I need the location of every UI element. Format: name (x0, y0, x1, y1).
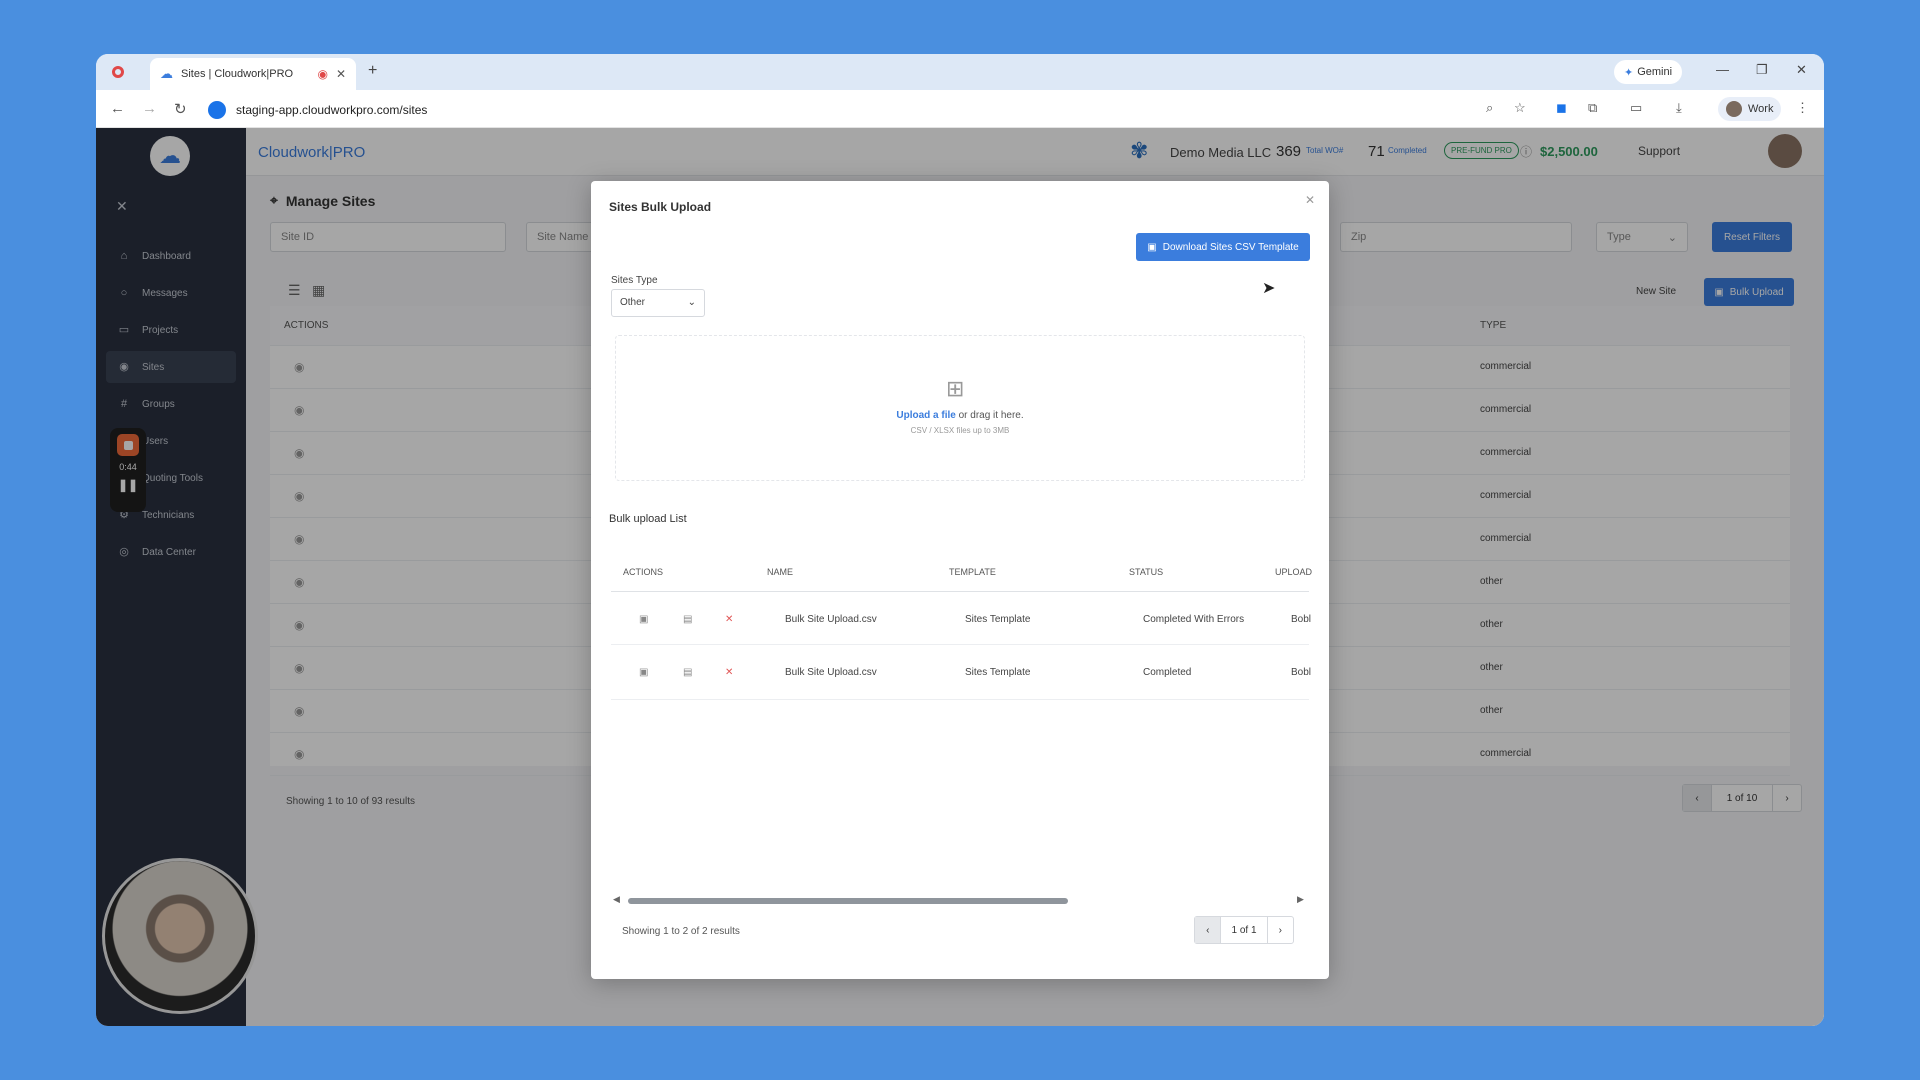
browser-tabbar: ☁ Sites | Cloudwork|PRO ◉ ✕ + ✦ Gemini — … (96, 54, 1824, 90)
upload-dropzone[interactable]: ⊞ Upload a file or drag it here. CSV / X… (615, 335, 1305, 481)
profile-button[interactable]: Work (1718, 97, 1782, 121)
gemini-button[interactable]: ✦ Gemini (1614, 60, 1683, 84)
row-template: Sites Template (965, 614, 1031, 625)
close-tab-icon[interactable]: ✕ (336, 67, 346, 81)
col-template: TEMPLATE (949, 567, 996, 577)
prev-page-icon[interactable]: ‹ (1195, 917, 1221, 943)
modal-results-count: Showing 1 to 2 of 2 results (622, 926, 740, 937)
minimize-icon[interactable]: — (1716, 62, 1729, 77)
delete-icon[interactable]: ✕ (725, 667, 733, 678)
file-icon[interactable]: ▤ (683, 667, 692, 678)
scroll-right-icon[interactable]: ▶ (1297, 894, 1304, 905)
row-upload: Bobl (1291, 614, 1312, 625)
extension-icon[interactable]: ◼ (1556, 100, 1567, 116)
scroll-left-icon[interactable]: ◀ (613, 894, 620, 905)
url-field[interactable]: staging-app.cloudworkpro.com/sites (208, 97, 427, 123)
modal-close-icon[interactable]: ✕ (1305, 193, 1315, 207)
close-window-icon[interactable]: ✕ (1796, 62, 1807, 78)
back-icon[interactable]: ← (110, 100, 125, 117)
col-name: NAME (767, 567, 794, 577)
tab-title: Sites | Cloudwork|PRO (181, 68, 294, 80)
address-bar: ← → ↻ staging-app.cloudworkpro.com/sites… (96, 90, 1824, 128)
download-template-label: Download Sites CSV Template (1162, 241, 1299, 253)
sites-type-select[interactable]: Other ⌄ (611, 289, 705, 317)
profile-label: Work (1748, 103, 1774, 115)
next-page-icon[interactable]: › (1268, 917, 1293, 943)
forward-icon[interactable]: → (142, 100, 157, 117)
upload-hint: CSV / XLSX files up to 3MB (910, 426, 1010, 435)
cloud-icon: ☁ (160, 66, 173, 81)
row-status: Completed (1143, 667, 1192, 678)
upload-text: or drag it here. (958, 410, 1024, 421)
bulk-list-header: ACTIONS NAME TEMPLATE STATUS UPLOAD (611, 552, 1313, 592)
record-indicator-icon (112, 66, 124, 78)
lock-icon[interactable]: ▣ (639, 614, 648, 625)
delete-icon[interactable]: ✕ (725, 614, 733, 625)
sites-type-value: Other (620, 297, 646, 308)
zoom-icon[interactable]: ⌕ (1486, 100, 1493, 116)
col-upload: UPLOAD (1275, 567, 1313, 577)
new-tab-icon[interactable]: + (368, 62, 377, 80)
gemini-icon: ✦ (1624, 66, 1634, 79)
col-actions: ACTIONS (623, 567, 664, 577)
file-icon[interactable]: ▤ (683, 614, 692, 625)
table-row: ▣ ▤ ✕ Bulk Site Upload.csv Sites Templat… (611, 592, 1312, 645)
col-status: STATUS (1129, 567, 1164, 577)
profile-avatar (1726, 101, 1742, 117)
lock-icon[interactable]: ▣ (639, 667, 648, 678)
row-template: Sites Template (965, 667, 1031, 678)
recording-dot-icon: ◉ (317, 67, 328, 81)
download-icon[interactable]: ⤓ (1676, 100, 1682, 116)
modal-title: Sites Bulk Upload (609, 200, 712, 214)
row-name: Bulk Site Upload.csv (785, 614, 877, 625)
bulk-upload-modal: Sites Bulk Upload ✕ ▣ Download Sites CSV … (591, 181, 1329, 979)
bulk-upload-list-title: Bulk upload List (609, 513, 687, 525)
bookmark-star-icon[interactable]: ☆ (1514, 100, 1526, 116)
horizontal-scrollbar[interactable] (628, 898, 1068, 904)
browser-tab[interactable]: ☁ Sites | Cloudwork|PRO ◉ ✕ (150, 58, 356, 90)
download-lock-icon: ▣ (1147, 241, 1157, 253)
modal-pagination: ‹ 1 of 1 › (1194, 916, 1294, 944)
page-indicator: 1 of 1 (1220, 917, 1268, 943)
row-upload: Bobl (1291, 667, 1312, 678)
gemini-label: Gemini (1637, 66, 1673, 78)
restore-icon[interactable]: ❐ (1756, 62, 1768, 78)
site-info-icon[interactable] (208, 101, 226, 119)
url-text: staging-app.cloudworkpro.com/sites (236, 103, 428, 117)
menu-kebab-icon[interactable]: ⋮ (1796, 100, 1809, 116)
table-row: ▣ ▤ ✕ Bulk Site Upload.csv Sites Templat… (611, 645, 1312, 700)
upload-file-link[interactable]: Upload a file (896, 410, 955, 421)
image-upload-icon: ⊞ (946, 376, 965, 401)
puzzle-icon[interactable]: ⧉ (1588, 100, 1597, 116)
chevron-down-icon: ⌄ (687, 297, 696, 308)
download-template-button[interactable]: ▣ Download Sites CSV Template (1136, 233, 1310, 261)
reload-icon[interactable]: ↻ (174, 100, 187, 118)
row-name: Bulk Site Upload.csv (785, 667, 877, 678)
row-status: Completed With Errors (1143, 614, 1245, 625)
cast-icon[interactable]: ▭ (1630, 100, 1642, 116)
mouse-cursor-icon: ➤ (1262, 280, 1276, 297)
sites-type-label: Sites Type (611, 275, 658, 286)
